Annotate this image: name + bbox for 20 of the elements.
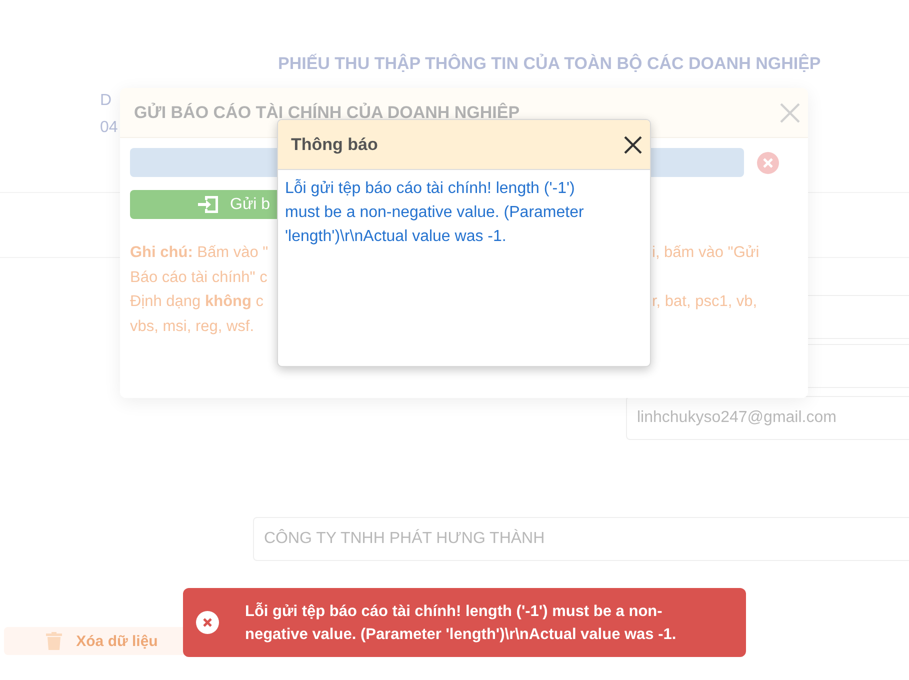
close-icon[interactable] (624, 136, 642, 154)
field-label: D (100, 92, 112, 110)
page-title: PHIẾU THU THẬP THÔNG TIN CỦA TOÀN BỘ CÁC DOANH NGHIỆP (278, 54, 821, 74)
note-text: r, bat, psc1, vb, (652, 292, 758, 312)
input-field[interactable]: CÔNG TY TNHH PHÁT HƯNG THÀNH (253, 517, 909, 561)
arrow-into-box-icon (198, 195, 219, 214)
note-text: vbs, msi, reg, wsf. (130, 316, 256, 336)
dialog-title: Thông báo (291, 134, 378, 154)
trash-icon (46, 632, 62, 650)
x-circle-icon (196, 611, 219, 634)
note-text: Định dạng không c (130, 292, 265, 312)
toast-message: Lỗi gửi tệp báo cáo tài chính! length ('-1') must be a non-negative value. (Parameter 'length')\r\nActual value was -1. (245, 601, 678, 644)
note-text: i, bấm vào "Gửi (652, 243, 760, 263)
note-text: Báo cáo tài chính" c (130, 268, 268, 288)
send-report-button[interactable]: Gửi b (130, 190, 277, 219)
dialog-title: GỬI BÁO CÁO TÀI CHÍNH CỦA DOANH NGHIỆP (134, 102, 520, 122)
note-text: Ghi chú: Bấm vào " (130, 243, 270, 263)
x-circle-icon[interactable] (757, 152, 779, 174)
field-label: 04 (100, 119, 118, 137)
error-message: Lỗi gửi tệp báo cáo tài chính! length ('-1') must be a non-negative value. (Parameter 'length')\r\nActual value was -1. (285, 178, 585, 247)
